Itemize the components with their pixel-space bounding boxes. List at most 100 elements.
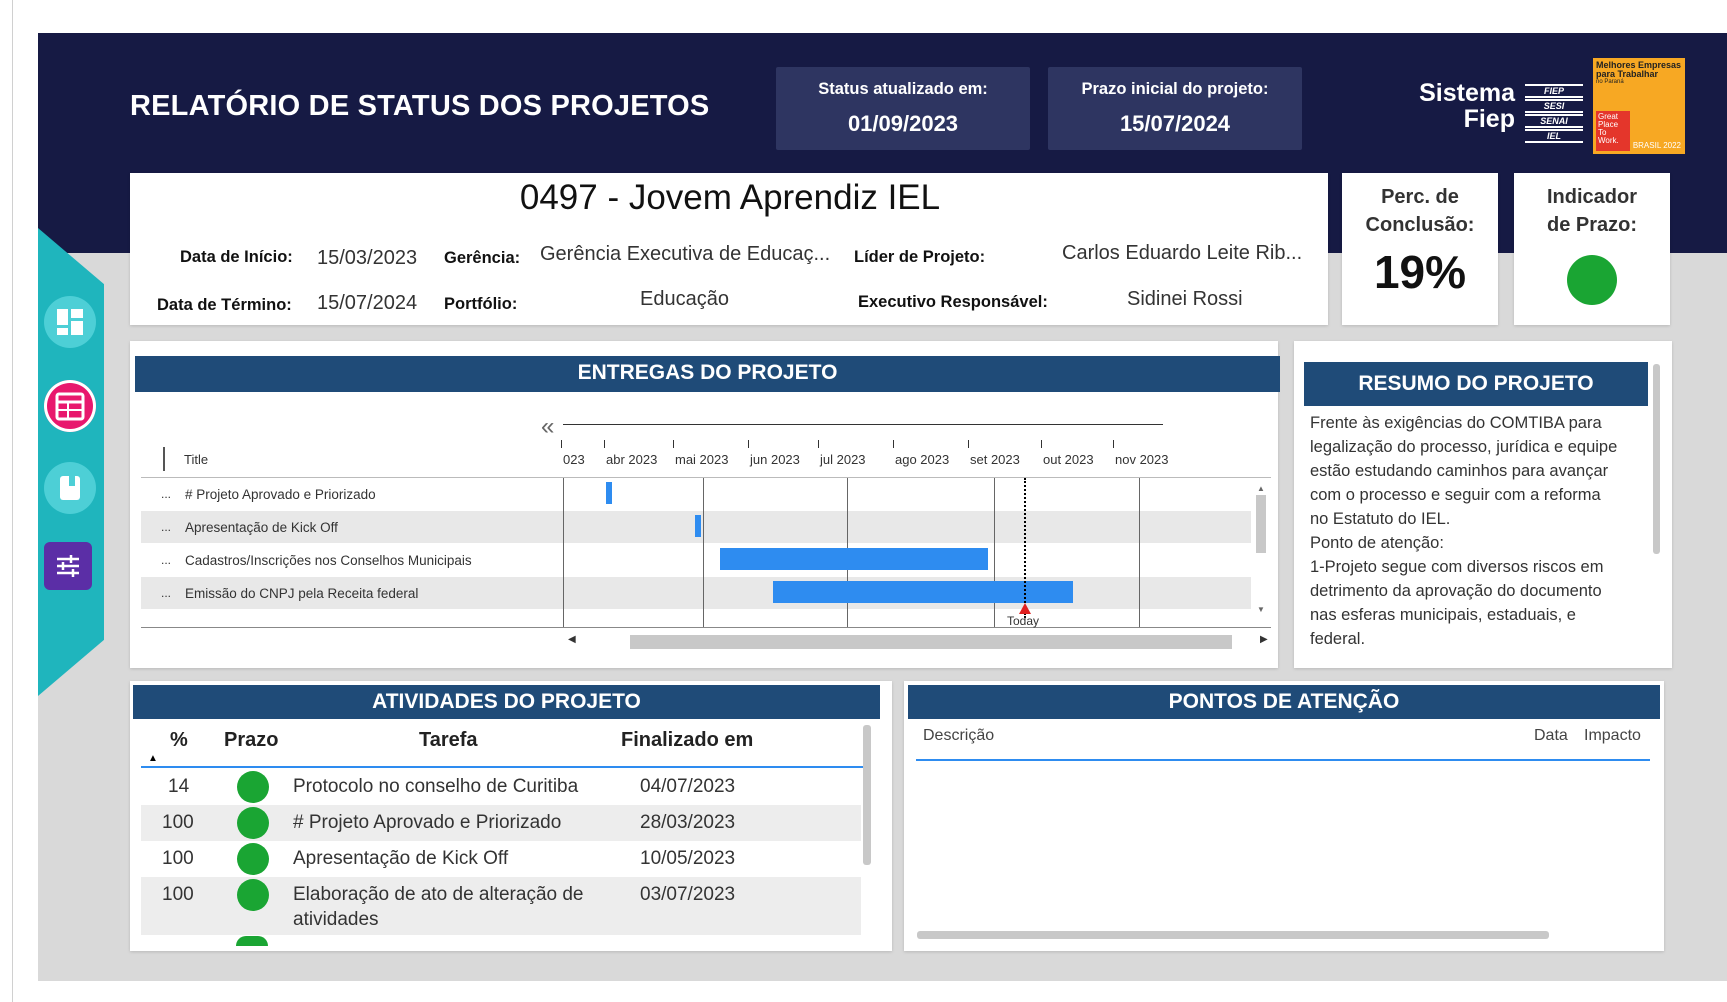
logo-bar: SESI: [1525, 99, 1583, 113]
scroll-down-icon[interactable]: ▼: [1256, 605, 1266, 614]
calendar-table-icon: [55, 392, 85, 421]
completion-card: Perc. de Conclusão: 19%: [1342, 173, 1498, 325]
dashboard-icon: [57, 309, 83, 335]
project-name: 0497 - Jovem Aprendiz IEL: [519, 178, 941, 217]
table-row[interactable]: 100 Elaboração de ato de alteração de at…: [141, 877, 861, 935]
deadline-status-dot: [237, 771, 269, 803]
summary-line: legalização do processo, jurídica e equi…: [1310, 438, 1618, 456]
summary-scrollbar[interactable]: [1653, 364, 1660, 554]
col-task-header[interactable]: Tarefa: [419, 729, 478, 752]
row-finished: 28/03/2023: [640, 812, 736, 833]
management-value: Gerência Executiva de Educaç...: [540, 243, 831, 265]
table-row[interactable]: 14 Protocolo no conselho de Curitiba 04/…: [141, 769, 861, 805]
gantt-vertical-scrollbar[interactable]: ▲ ▼: [1256, 484, 1266, 624]
leader-label: Líder de Projeto:: [854, 248, 986, 266]
gptw-top-text: Melhores Empresas para Trabalhar: [1596, 60, 1682, 79]
activities-scrollbar[interactable]: [863, 725, 871, 865]
initial-deadline-date: 15/07/2024: [1119, 111, 1231, 136]
header-underline: [916, 759, 1650, 761]
collapse-icon[interactable]: «: [541, 413, 554, 441]
nav-dashboard-button[interactable]: [44, 296, 96, 348]
logo-bar: SENAI: [1525, 114, 1583, 128]
portfolio-value: Educação: [640, 288, 729, 310]
scrollbar-thumb[interactable]: [1256, 495, 1266, 553]
start-date-label: Data de Início:: [180, 248, 293, 266]
attention-header: PONTOS DE ATENÇÃO: [908, 685, 1660, 719]
row-finished: 04/07/2023: [640, 776, 736, 797]
nav-schedule-button[interactable]: [44, 380, 96, 432]
attention-card: PONTOS DE ATENÇÃO Descrição Data Impacto: [904, 681, 1664, 951]
row-task: # Projeto Aprovado e Priorizado: [293, 812, 562, 833]
row-pct: 14: [168, 776, 190, 797]
portfolio-label: Portfólio:: [444, 295, 518, 313]
sort-ascending-icon[interactable]: ▲: [148, 753, 158, 764]
start-date-value: 15/03/2023: [317, 247, 418, 269]
initial-deadline-box: Prazo inicial do projeto: 15/07/2024: [1048, 67, 1302, 150]
gptw-red-badge: Great Place To Work.: [1596, 111, 1630, 151]
status-updated-label: Status atualizado em:: [818, 80, 988, 98]
summary-text: Frente às exigências do COMTIBA para leg…: [1310, 411, 1640, 651]
gantt-row: [141, 544, 1251, 576]
leader-value: Carlos Eduardo Leite Rib...: [1062, 242, 1303, 264]
row-pct: 100: [162, 884, 194, 905]
gantt-bottom-border: [141, 627, 1271, 628]
gptw-sub-text: no Paraná: [1596, 79, 1624, 85]
deadline-indicator-label-1: Indicador: [1546, 186, 1637, 208]
status-updated-date: 01/09/2023: [847, 111, 959, 136]
col-impact-header[interactable]: Impacto: [1584, 727, 1641, 745]
partial-row-dot: [236, 936, 268, 946]
summary-line: com o processo e seguir com a reforma: [1310, 486, 1601, 504]
deadline-status-indicator: [1567, 255, 1617, 305]
col-description-header[interactable]: Descrição: [923, 727, 994, 745]
logo-bar: FIEP: [1525, 84, 1583, 98]
deliveries-header: ENTREGAS DO PROJETO: [135, 356, 1280, 392]
summary-line: detrimento da aprovação do documento: [1310, 582, 1602, 600]
initial-deadline-label: Prazo inicial do projeto:: [1081, 80, 1269, 98]
completion-value: 19%: [1373, 246, 1467, 298]
attention-horizontal-scrollbar[interactable]: [917, 931, 1549, 939]
scroll-left-icon[interactable]: ◀: [568, 634, 576, 645]
executive-value: Sidinei Rossi: [1127, 288, 1243, 310]
column-resize-handle[interactable]: [163, 447, 168, 471]
management-label: Gerência:: [444, 249, 521, 267]
sistema-fiep-logo: Sistema Fiep: [1380, 80, 1515, 132]
col-deadline-header[interactable]: Prazo: [224, 729, 278, 752]
scrollbar-thumb[interactable]: [630, 635, 1232, 649]
scroll-up-icon[interactable]: ▲: [1256, 484, 1266, 493]
report-title: RELATÓRIO DE STATUS DOS PROJETOS: [130, 90, 710, 122]
row-task: Elaboração de ato de alteração de: [293, 884, 584, 905]
row-task-cont: atividades: [293, 909, 379, 930]
summary-line: nas esferas municipais, estaduais, e: [1310, 606, 1576, 624]
scroll-right-icon[interactable]: ▶: [1260, 634, 1268, 645]
gantt-row: [141, 577, 1251, 609]
gantt-row: [141, 478, 1251, 510]
executive-label: Executivo Responsável:: [858, 293, 1048, 311]
summary-line: Ponto de atenção:: [1310, 534, 1444, 552]
book-icon: [60, 476, 80, 500]
col-pct-header[interactable]: %: [170, 729, 188, 752]
row-task: Apresentação de Kick Off: [293, 848, 509, 869]
gptw-badge: Melhores Empresas para Trabalhar no Para…: [1593, 58, 1685, 154]
table-row[interactable]: 100 # Projeto Aprovado e Priorizado 28/0…: [141, 805, 861, 841]
title-column-header: Title: [184, 452, 209, 467]
nav-book-button[interactable]: [44, 462, 96, 514]
nav-filters-button[interactable]: [44, 542, 92, 590]
fiep-bars-logo: FIEP SESI SENAI IEL: [1525, 84, 1583, 144]
col-date-header[interactable]: Data: [1534, 727, 1568, 745]
summary-line: estão estudando caminhos para avançar: [1310, 462, 1609, 480]
col-finished-header[interactable]: Finalizado em: [621, 729, 753, 752]
status-updated-box: Status atualizado em: 01/09/2023: [776, 67, 1030, 150]
logo-line-2: Fiep: [1463, 105, 1515, 133]
table-row[interactable]: 100 Apresentação de Kick Off 10/05/2023: [141, 841, 861, 877]
summary-line: no Estatuto do IEL.: [1310, 510, 1451, 528]
deadline-status-dot: [237, 807, 269, 839]
row-finished: 03/07/2023: [640, 884, 736, 905]
summary-header: RESUMO DO PROJETO: [1304, 362, 1648, 406]
activities-header: ATIVIDADES DO PROJETO: [133, 685, 880, 719]
row-finished: 10/05/2023: [640, 848, 736, 869]
gantt-horizontal-scrollbar[interactable]: ◀ ▶: [566, 634, 1272, 649]
end-date-label: Data de Término:: [157, 296, 292, 314]
row-pct: 100: [162, 812, 194, 833]
summary-line: 1-Projeto segue com diversos riscos em: [1310, 558, 1604, 576]
summary-line: Frente às exigências do COMTIBA para: [1310, 414, 1602, 432]
